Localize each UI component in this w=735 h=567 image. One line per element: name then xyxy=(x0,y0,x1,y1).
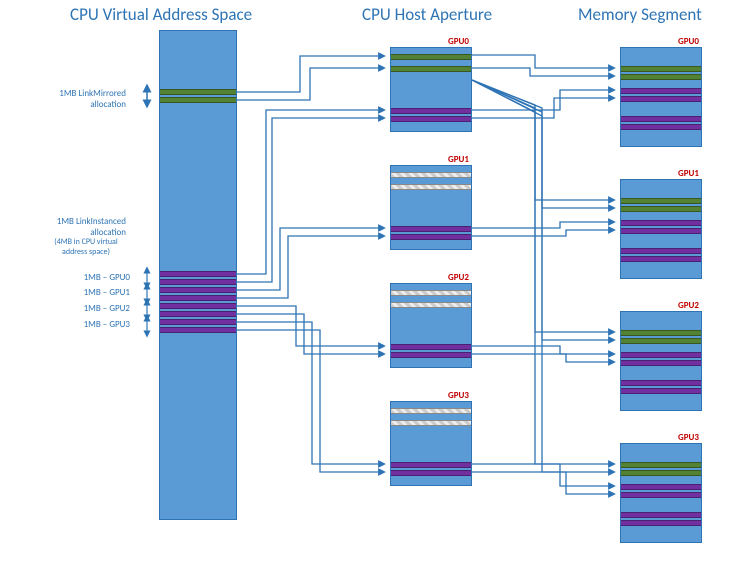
cha-gpu0-p1 xyxy=(391,108,471,114)
cva-instanced-gpu2-a xyxy=(160,303,236,309)
ms-gpu3-label: GPU3 xyxy=(678,432,699,443)
ms-gpu3-p1 xyxy=(621,484,701,490)
label-gpu3: 1MB – GPU3 xyxy=(70,319,130,330)
cha-gpu0-label: GPU0 xyxy=(448,36,469,47)
ms-gpu3-g2 xyxy=(621,470,701,476)
ms-gpu2-p1 xyxy=(621,352,701,358)
cva-instanced-gpu0-b xyxy=(160,279,236,285)
cha-gpu1-p2 xyxy=(391,234,471,240)
cha-gpu1-p1 xyxy=(391,226,471,232)
ms-gpu2-p2 xyxy=(621,360,701,366)
cha-gpu1-h2 xyxy=(391,184,471,190)
cha-gpu1-label: GPU1 xyxy=(448,154,469,165)
cva-instanced-gpu3-b xyxy=(160,327,236,333)
cha-gpu1 xyxy=(390,165,472,250)
title-cva: CPU Virtual Address Space xyxy=(70,4,252,25)
ms-gpu2-g2 xyxy=(621,338,701,344)
ms-gpu1-p2 xyxy=(621,228,701,234)
cha-gpu2-p1 xyxy=(391,344,471,350)
label-gpu0: 1MB – GPU0 xyxy=(70,272,130,283)
label-instanced: 1MB LinkInstanced allocation xyxy=(16,216,126,238)
cha-gpu0-g2 xyxy=(391,66,471,72)
cva-column xyxy=(159,30,237,520)
ms-gpu3-g1 xyxy=(621,462,701,468)
label-mirrored: 1MB LinkMirrored allocation xyxy=(16,88,126,110)
ms-gpu1-label: GPU1 xyxy=(678,168,699,179)
cha-gpu0 xyxy=(390,47,472,132)
cha-gpu2 xyxy=(390,283,472,368)
cha-gpu2-p2 xyxy=(391,352,471,358)
cha-gpu0-p2 xyxy=(391,116,471,122)
cha-gpu3 xyxy=(390,401,472,486)
cva-mirrored-stripe-1 xyxy=(160,89,236,95)
ms-gpu0 xyxy=(620,47,702,147)
ms-gpu2-p3 xyxy=(621,380,701,386)
cha-gpu3-h1 xyxy=(391,408,471,414)
cha-gpu2-label: GPU2 xyxy=(448,272,469,283)
ms-gpu2 xyxy=(620,311,702,411)
cha-gpu3-label: GPU3 xyxy=(448,390,469,401)
cva-instanced-gpu3-a xyxy=(160,319,236,325)
ms-gpu1-g2 xyxy=(621,206,701,212)
ms-gpu0-p1 xyxy=(621,88,701,94)
title-cha: CPU Host Aperture xyxy=(362,4,492,25)
label-instanced-note: (4MB in CPU virtual address space) xyxy=(46,237,126,257)
cva-instanced-gpu2-b xyxy=(160,311,236,317)
ms-gpu1-p4 xyxy=(621,256,701,262)
ms-gpu1-g1 xyxy=(621,198,701,204)
ms-gpu3 xyxy=(620,443,702,543)
ms-gpu2-p4 xyxy=(621,388,701,394)
ms-gpu0-p3 xyxy=(621,116,701,122)
ms-gpu3-p3 xyxy=(621,512,701,518)
cha-gpu3-h2 xyxy=(391,420,471,426)
ms-gpu2-g1 xyxy=(621,330,701,336)
label-gpu2: 1MB – GPU2 xyxy=(70,303,130,314)
cha-gpu3-p2 xyxy=(391,470,471,476)
ms-gpu0-p4 xyxy=(621,124,701,130)
ms-gpu1 xyxy=(620,179,702,279)
title-ms: Memory Segment xyxy=(578,4,702,25)
label-gpu1: 1MB – GPU1 xyxy=(70,287,130,298)
cva-instanced-gpu0-a xyxy=(160,271,236,277)
cha-gpu3-p1 xyxy=(391,462,471,468)
ms-gpu1-p3 xyxy=(621,248,701,254)
cha-gpu0-g1 xyxy=(391,54,471,60)
ms-gpu3-p2 xyxy=(621,492,701,498)
ms-gpu0-label: GPU0 xyxy=(678,36,699,47)
cva-instanced-gpu1-a xyxy=(160,287,236,293)
ms-gpu1-p1 xyxy=(621,220,701,226)
cha-gpu2-h1 xyxy=(391,290,471,296)
ms-gpu0-g2 xyxy=(621,74,701,80)
cha-gpu2-h2 xyxy=(391,302,471,308)
cva-instanced-gpu1-b xyxy=(160,295,236,301)
ms-gpu0-g1 xyxy=(621,66,701,72)
cva-mirrored-stripe-2 xyxy=(160,97,236,103)
cha-gpu1-h1 xyxy=(391,172,471,178)
ms-gpu0-p2 xyxy=(621,96,701,102)
ms-gpu2-label: GPU2 xyxy=(678,300,699,311)
ms-gpu3-p4 xyxy=(621,520,701,526)
